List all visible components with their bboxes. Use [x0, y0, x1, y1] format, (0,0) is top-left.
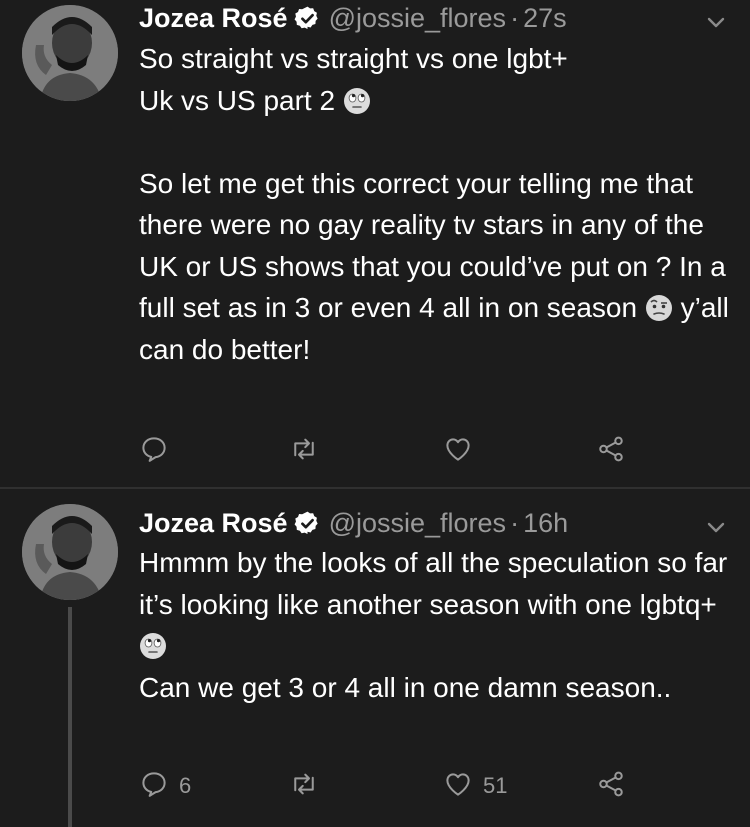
avatar[interactable]	[22, 5, 118, 101]
share-button[interactable]	[596, 768, 626, 804]
tweet-text-part: Hmmm by the looks of all the speculation…	[139, 547, 736, 620]
reply-icon	[139, 434, 169, 469]
retweet-icon	[289, 434, 319, 469]
like-button[interactable]	[443, 433, 483, 469]
face-with-rolling-eyes-icon	[343, 85, 371, 114]
tweet-text-part: Can we get 3 or 4 all in one damn season…	[139, 671, 672, 703]
timestamp[interactable]: 27s	[523, 3, 567, 34]
thread-line	[68, 607, 72, 827]
avatar[interactable]	[22, 504, 118, 600]
retweet-button[interactable]	[289, 433, 319, 469]
face-with-rolling-eyes-icon	[139, 630, 167, 659]
heart-icon	[443, 434, 473, 469]
tweet-text: Hmmm by the looks of all the speculation…	[139, 542, 739, 708]
heart-icon	[443, 769, 473, 804]
verified-badge-icon	[294, 5, 321, 32]
user-handle[interactable]: @jossie_flores	[329, 508, 506, 539]
share-icon	[596, 769, 626, 804]
tweet[interactable]: Jozea Rosé @jossie_flores · 27s So strai…	[0, 0, 750, 487]
tweet-actions	[139, 433, 639, 473]
retweet-button[interactable]	[289, 768, 319, 804]
tweet-header: Jozea Rosé @jossie_flores · 16h	[139, 505, 568, 541]
reply-button[interactable]	[139, 433, 179, 469]
timestamp[interactable]: 16h	[523, 508, 568, 539]
tweet-text: So straight vs straight vs one lgbt+ Uk …	[139, 38, 739, 370]
reply-button[interactable]: 6	[139, 768, 191, 804]
like-count: 51	[483, 773, 508, 798]
share-icon	[596, 434, 626, 469]
separator-dot: ·	[510, 2, 520, 33]
share-button[interactable]	[596, 433, 626, 469]
verified-badge-icon	[294, 510, 321, 537]
display-name[interactable]: Jozea Rosé	[139, 508, 288, 539]
tweet-header: Jozea Rosé @jossie_flores · 27s	[139, 0, 567, 36]
display-name[interactable]: Jozea Rosé	[139, 3, 288, 34]
tweet-actions: 6 51	[139, 768, 639, 808]
retweet-icon	[289, 769, 319, 804]
reply-count: 6	[179, 773, 192, 798]
separator-dot: ·	[510, 507, 520, 538]
chevron-down-icon[interactable]	[704, 515, 728, 539]
face-with-raised-eyebrow-icon	[645, 292, 673, 321]
reply-icon	[139, 769, 169, 804]
chevron-down-icon[interactable]	[704, 10, 728, 34]
like-button[interactable]: 51	[443, 768, 507, 804]
user-handle[interactable]: @jossie_flores	[329, 3, 506, 34]
